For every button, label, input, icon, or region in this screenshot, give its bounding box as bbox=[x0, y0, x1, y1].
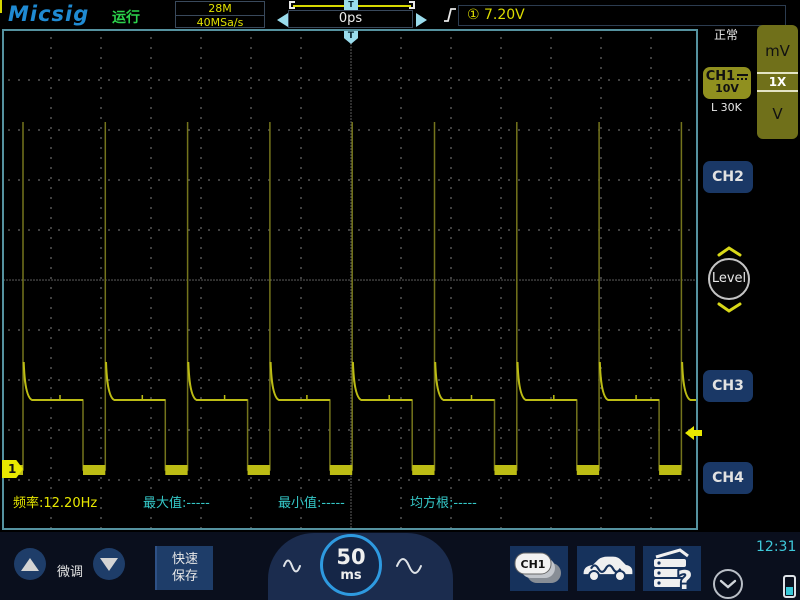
trigger-level-arrow-icon[interactable] bbox=[685, 426, 703, 441]
horizontal-position-box[interactable]: 0ps bbox=[288, 10, 413, 28]
scale-v-label[interactable]: V bbox=[757, 92, 798, 139]
down-triangle-icon bbox=[100, 557, 118, 571]
increase-button[interactable] bbox=[14, 548, 46, 580]
edge-marker bbox=[0, 0, 2, 13]
automotive-mode-button[interactable] bbox=[577, 546, 635, 591]
brand-logo: Micsig bbox=[8, 2, 90, 26]
chevron-down-icon bbox=[719, 579, 737, 589]
pan-right-icon[interactable] bbox=[416, 13, 427, 27]
ch3-button[interactable]: CH3 bbox=[703, 370, 753, 402]
trigger-mode-label: 正常 bbox=[714, 28, 739, 42]
car-icon bbox=[583, 556, 633, 582]
channel-select-button[interactable]: CH1 bbox=[510, 546, 568, 591]
top-bar: Micsig 运行 28M 40MSa/s T 0ps ① 7.20V bbox=[0, 0, 800, 30]
quick-save-button[interactable]: 快速 保存 bbox=[155, 546, 213, 590]
oscilloscope-screen: Micsig 运行 28M 40MSa/s T 0ps ① 7.20V T 1 … bbox=[0, 0, 800, 600]
collapse-menu-button[interactable] bbox=[713, 569, 743, 599]
bottom-bar: 微调 快速 保存 50 ms CH1 ? 12:31 bbox=[0, 532, 800, 600]
memory-depth: 28M bbox=[208, 2, 232, 15]
ch1-scale: 10V bbox=[715, 82, 739, 95]
probe-attenuation[interactable]: 1X bbox=[757, 72, 798, 92]
sample-rate: 40MSa/s bbox=[196, 16, 244, 29]
stacked-channels-icon: CH1 bbox=[514, 552, 561, 583]
trigger-readout-box[interactable]: ① 7.20V bbox=[458, 5, 786, 26]
trigger-slope-icon[interactable] bbox=[443, 7, 458, 24]
battery-icon bbox=[783, 575, 796, 598]
level-up-chevron-icon[interactable] bbox=[717, 246, 742, 257]
quick-save-line1: 快速 bbox=[171, 552, 198, 567]
scale-mv-label[interactable]: mV bbox=[757, 25, 798, 72]
level-knob[interactable]: Level bbox=[708, 258, 750, 300]
ch2-button[interactable]: CH2 bbox=[703, 161, 753, 193]
clock: 12:31 bbox=[756, 539, 797, 555]
measurement-max: 最大值:----- bbox=[143, 496, 210, 511]
ch1-impedance: L 30K bbox=[711, 101, 742, 114]
acquisition-info-box[interactable]: 28M 40MSa/s bbox=[175, 1, 265, 29]
dc-coupling-icon bbox=[737, 73, 749, 80]
run-status[interactable]: 运行 bbox=[112, 7, 140, 27]
measurement-frequency: 频率:12.20Hz bbox=[13, 496, 98, 511]
quick-save-line2: 保存 bbox=[171, 569, 198, 584]
zoom-out-sine-icon[interactable] bbox=[395, 555, 423, 577]
ch1-button[interactable]: CH1 10V bbox=[703, 67, 751, 99]
timebase-value: 50 bbox=[336, 545, 366, 569]
vertical-scale-control[interactable]: mV 1X V bbox=[757, 25, 798, 139]
measurement-min: 最小值:----- bbox=[278, 496, 345, 511]
measurement-rms: 均方根:----- bbox=[410, 496, 477, 511]
fine-adjust-label: 微调 bbox=[57, 565, 84, 580]
timebase-knob[interactable]: 50 ms bbox=[320, 534, 382, 596]
battery-level bbox=[786, 587, 793, 595]
level-down-chevron-icon[interactable] bbox=[717, 302, 742, 313]
pan-left-icon[interactable] bbox=[277, 13, 288, 27]
ch4-button[interactable]: CH4 bbox=[703, 462, 753, 494]
up-triangle-icon bbox=[21, 557, 39, 571]
svg-text:?: ? bbox=[677, 566, 692, 590]
memory-trigger-marker[interactable]: T bbox=[344, 0, 358, 10]
svg-text:CH1: CH1 bbox=[521, 558, 546, 571]
memory-window-bracket-right bbox=[409, 1, 415, 9]
storage-question-icon: ? bbox=[654, 547, 695, 590]
storage-help-button[interactable]: ? bbox=[643, 546, 701, 591]
plot-area[interactable] bbox=[2, 29, 698, 530]
zoom-in-sine-icon[interactable] bbox=[282, 555, 302, 577]
decrease-button[interactable] bbox=[93, 548, 125, 580]
timebase-unit: ms bbox=[340, 568, 362, 583]
